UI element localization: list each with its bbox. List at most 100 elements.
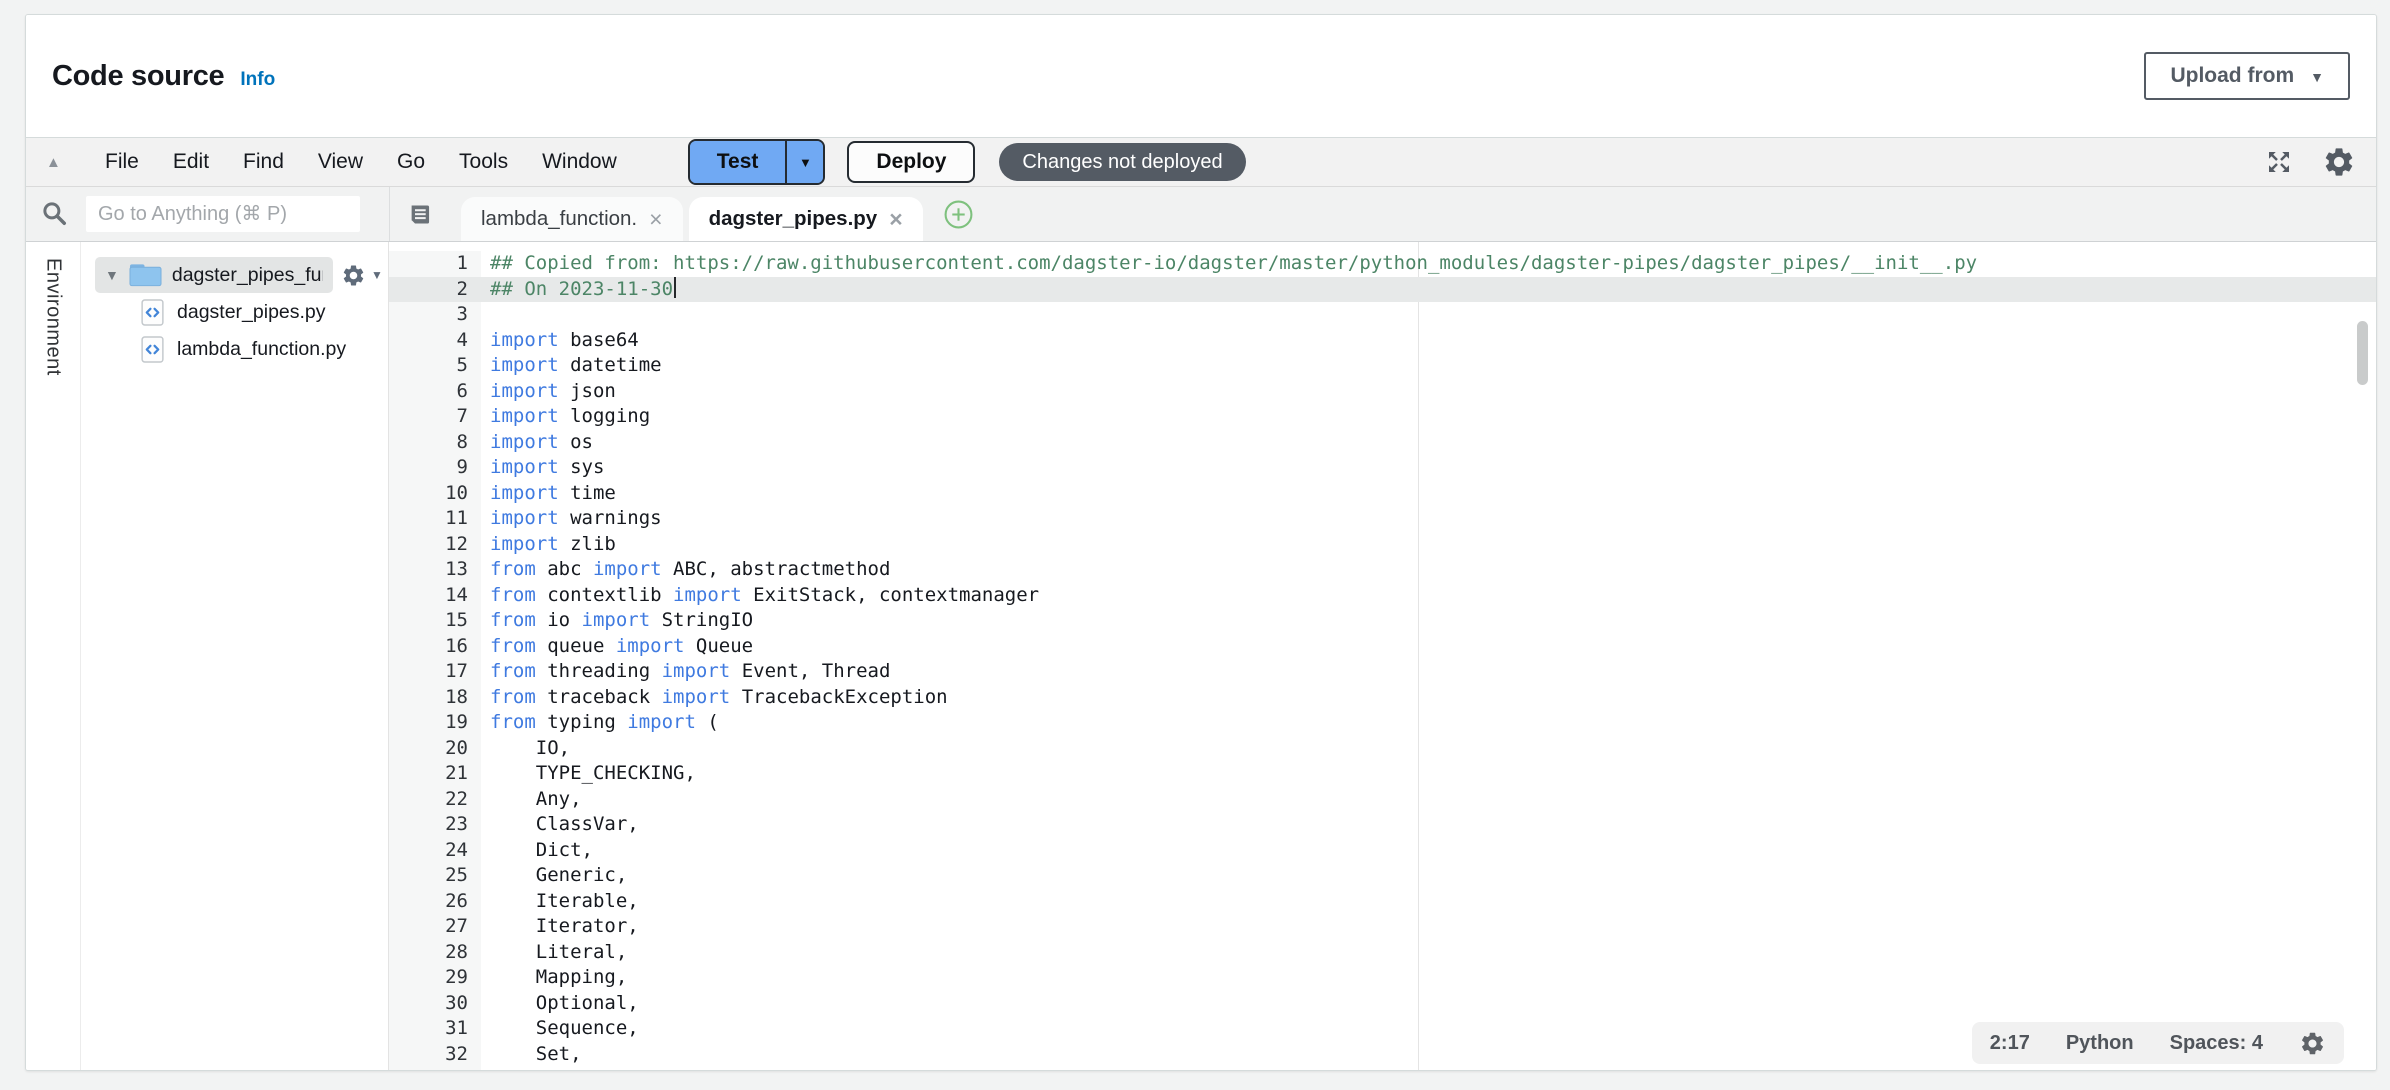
- code-line[interactable]: 6import json: [389, 379, 2376, 405]
- code-text: Dict,: [481, 838, 2376, 864]
- line-number: 22: [389, 787, 481, 813]
- chevron-down-icon: ▼: [371, 268, 383, 282]
- code-line[interactable]: 29 Mapping,: [389, 965, 2376, 991]
- code-line[interactable]: 7import logging: [389, 404, 2376, 430]
- go-to-anything-input[interactable]: [86, 196, 360, 232]
- menu-tools[interactable]: Tools: [442, 150, 525, 174]
- code-line[interactable]: 25 Generic,: [389, 863, 2376, 889]
- test-options-caret[interactable]: ▼: [785, 141, 823, 183]
- code-line[interactable]: 17from threading import Event, Thread: [389, 659, 2376, 685]
- code-text: import sys: [481, 455, 2376, 481]
- code-line[interactable]: 26 Iterable,: [389, 889, 2376, 915]
- code-line[interactable]: 27 Iterator,: [389, 914, 2376, 940]
- close-icon[interactable]: ×: [889, 208, 902, 231]
- code-line[interactable]: 20 IO,: [389, 736, 2376, 762]
- search-icon: [40, 199, 70, 229]
- code-line[interactable]: 19from typing import (: [389, 710, 2376, 736]
- code-line[interactable]: 1## Copied from: https://raw.githubuserc…: [389, 251, 2376, 277]
- vertical-scrollbar-thumb[interactable]: [2357, 321, 2368, 385]
- tree-file-lambda-function[interactable]: lambda_function.py: [81, 331, 388, 368]
- deploy-button[interactable]: Deploy: [847, 141, 975, 183]
- file-name: dagster_pipes.py: [177, 301, 326, 324]
- code-line[interactable]: 2## On 2023-11-30: [389, 277, 2376, 303]
- cursor-position[interactable]: 2:17: [1990, 1032, 2030, 1055]
- code-source-panel: Code source Info Upload from ▼ ▲ File Ed…: [25, 14, 2377, 1071]
- folder-settings-gear-icon[interactable]: ▼: [341, 263, 383, 288]
- code-text: from traceback import TracebackException: [481, 685, 2376, 711]
- code-text: from abc import ABC, abstractmethod: [481, 557, 2376, 583]
- code-editor[interactable]: 1## Copied from: https://raw.githubuserc…: [389, 242, 2376, 1070]
- code-text: import json: [481, 379, 2376, 405]
- code-line[interactable]: 11import warnings: [389, 506, 2376, 532]
- code-line[interactable]: 18from traceback import TracebackExcepti…: [389, 685, 2376, 711]
- language-mode[interactable]: Python: [2066, 1032, 2134, 1055]
- test-button[interactable]: Test: [690, 141, 786, 183]
- code-text: Any,: [481, 787, 2376, 813]
- collapse-menubar-icon[interactable]: ▲: [46, 154, 88, 171]
- code-line[interactable]: 28 Literal,: [389, 940, 2376, 966]
- code-line[interactable]: 12import zlib: [389, 532, 2376, 558]
- line-number: 10: [389, 481, 481, 507]
- code-text: Optional,: [481, 991, 2376, 1017]
- tab-dagster-pipes[interactable]: dagster_pipes.py ×: [689, 197, 923, 241]
- page-title: Code source: [52, 60, 224, 93]
- file-tree: ▼ dagster_pipes_funct ▼ dagster_pipes.p: [81, 242, 389, 1070]
- line-number: 4: [389, 328, 481, 354]
- code-line[interactable]: 33 TextIO: [389, 1067, 2376, 1070]
- editor-settings-gear-icon[interactable]: [2299, 1030, 2326, 1057]
- code-line[interactable]: 3: [389, 302, 2376, 328]
- line-number: 12: [389, 532, 481, 558]
- code-line[interactable]: 14from contextlib import ExitStack, cont…: [389, 583, 2376, 609]
- info-link[interactable]: Info: [240, 69, 275, 91]
- folder-dagster-pipes-function[interactable]: ▼ dagster_pipes_funct: [95, 257, 333, 293]
- file-name: lambda_function.py: [177, 338, 346, 361]
- code-line[interactable]: 13from abc import ABC, abstractmethod: [389, 557, 2376, 583]
- code-text: Iterable,: [481, 889, 2376, 915]
- test-split-button: Test ▼: [688, 139, 826, 185]
- upload-from-button[interactable]: Upload from ▼: [2144, 52, 2350, 100]
- tab-lambda-function[interactable]: lambda_function. ×: [461, 197, 683, 241]
- code-text: from queue import Queue: [481, 634, 2376, 660]
- code-text: import time: [481, 481, 2376, 507]
- line-number: 29: [389, 965, 481, 991]
- fullscreen-icon[interactable]: [2264, 147, 2294, 177]
- settings-gear-icon[interactable]: [2322, 145, 2356, 179]
- menu-file[interactable]: File: [88, 150, 156, 174]
- code-line[interactable]: 15from io import StringIO: [389, 608, 2376, 634]
- menu-window[interactable]: Window: [525, 150, 634, 174]
- code-line[interactable]: 5import datetime: [389, 353, 2376, 379]
- code-line[interactable]: 21 TYPE_CHECKING,: [389, 761, 2376, 787]
- code-line[interactable]: 24 Dict,: [389, 838, 2376, 864]
- menu-find[interactable]: Find: [226, 150, 301, 174]
- code-line[interactable]: 23 ClassVar,: [389, 812, 2376, 838]
- line-number: 26: [389, 889, 481, 915]
- line-number: 32: [389, 1042, 481, 1068]
- tab-list-icon[interactable]: [406, 201, 433, 228]
- line-number: 19: [389, 710, 481, 736]
- code-text: from io import StringIO: [481, 608, 2376, 634]
- code-line[interactable]: 9import sys: [389, 455, 2376, 481]
- line-number: 33: [389, 1067, 481, 1070]
- menu-go[interactable]: Go: [380, 150, 442, 174]
- menu-view[interactable]: View: [301, 150, 380, 174]
- line-number: 5: [389, 353, 481, 379]
- close-icon[interactable]: ×: [649, 208, 662, 231]
- indent-setting[interactable]: Spaces: 4: [2170, 1032, 2263, 1055]
- code-line[interactable]: 10import time: [389, 481, 2376, 507]
- code-line[interactable]: 30 Optional,: [389, 991, 2376, 1017]
- panel-header: Code source Info Upload from ▼: [26, 15, 2376, 137]
- new-tab-icon[interactable]: [943, 199, 974, 230]
- code-line[interactable]: 16from queue import Queue: [389, 634, 2376, 660]
- code-line[interactable]: 8import os: [389, 430, 2376, 456]
- code-line[interactable]: 4import base64: [389, 328, 2376, 354]
- line-number: 2: [389, 277, 481, 303]
- code-text: import zlib: [481, 532, 2376, 558]
- menu-bar: ▲ File Edit Find View Go Tools Window Te…: [26, 138, 2376, 187]
- tree-file-dagster-pipes[interactable]: dagster_pipes.py: [81, 294, 388, 331]
- line-number: 1: [389, 251, 481, 277]
- changes-not-deployed-badge: Changes not deployed: [999, 143, 1245, 181]
- folder-expand-caret-icon[interactable]: ▼: [105, 267, 119, 283]
- code-line[interactable]: 22 Any,: [389, 787, 2376, 813]
- line-number: 3: [389, 302, 481, 328]
- menu-edit[interactable]: Edit: [156, 150, 226, 174]
